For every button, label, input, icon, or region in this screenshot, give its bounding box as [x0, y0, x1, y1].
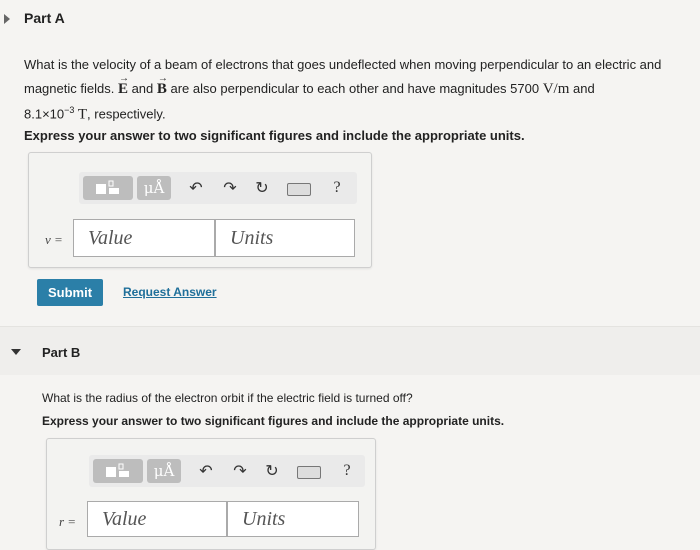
part-a-units-input[interactable]: Units	[215, 219, 355, 257]
part-a-value-input[interactable]: Value	[73, 219, 215, 257]
mu-angstrom-icon: μÅ	[143, 179, 165, 197]
submit-button[interactable]: Submit	[37, 279, 103, 306]
q2-end: and	[569, 81, 595, 96]
q2-mid: and	[127, 81, 157, 96]
vector-b: B	[157, 68, 168, 100]
mu-angstrom-icon: μÅ	[153, 462, 175, 480]
part-b-header-bar	[0, 327, 700, 375]
part-a-answer-box: μÅ ↶ ↷ ↻ ? v = Value Units	[28, 152, 372, 268]
help-icon[interactable]: ?	[327, 178, 347, 198]
templates-button[interactable]	[83, 176, 133, 200]
keyboard-icon[interactable]	[297, 466, 321, 479]
units-symbols-button[interactable]: μÅ	[147, 459, 181, 483]
part-a-title: Part A	[24, 10, 65, 26]
undo-icon[interactable]: ↶	[196, 461, 216, 481]
templates-icon	[96, 180, 119, 194]
vector-e: E	[118, 68, 129, 100]
q2-unit: V/m	[542, 81, 570, 97]
part-a-variable-label: v =	[45, 232, 63, 247]
units-symbols-button[interactable]: μÅ	[137, 176, 171, 200]
part-a-question-line2: magnetic fields. E and B are also perpen…	[24, 68, 595, 100]
part-a-caret[interactable]	[4, 14, 10, 24]
part-b-variable-label: r =	[59, 514, 77, 529]
part-a-instruction: Express your answer to two significant f…	[24, 128, 525, 143]
part-b-toolbar: μÅ ↶ ↷ ↻ ?	[89, 455, 365, 487]
undo-icon[interactable]: ↶	[186, 178, 206, 198]
part-b-title: Part B	[42, 345, 81, 360]
help-icon[interactable]: ?	[337, 461, 357, 481]
redo-icon[interactable]: ↷	[230, 461, 250, 481]
part-a-question-line3: 8.1×10−3 T, respectively.	[24, 100, 166, 125]
reset-icon[interactable]: ↻	[262, 461, 282, 481]
q3-exp: −3	[64, 105, 75, 115]
part-b-caret[interactable]	[11, 349, 21, 355]
q3-base: 8.1×10	[24, 106, 65, 122]
redo-icon[interactable]: ↷	[220, 178, 240, 198]
part-b-instruction: Express your answer to two significant f…	[42, 414, 505, 428]
q2-pre: magnetic fields.	[24, 81, 118, 96]
templates-button[interactable]	[93, 459, 143, 483]
q2-post: are also perpendicular to each other and…	[166, 81, 543, 96]
part-a-toolbar: μÅ ↶ ↷ ↻ ?	[79, 172, 357, 204]
part-b-value-input[interactable]: Value	[87, 501, 227, 537]
part-b-answer-box: μÅ ↶ ↷ ↻ ? r = Value Units	[46, 438, 376, 550]
part-b-units-input[interactable]: Units	[227, 501, 359, 537]
reset-icon[interactable]: ↻	[252, 178, 272, 198]
q3-end: , respectively.	[87, 106, 166, 122]
templates-icon	[106, 463, 129, 477]
q3-unit: T	[74, 106, 88, 123]
part-b-question: What is the radius of the electron orbit…	[42, 391, 413, 405]
keyboard-icon[interactable]	[287, 183, 311, 196]
request-answer-link[interactable]: Request Answer	[123, 285, 217, 299]
